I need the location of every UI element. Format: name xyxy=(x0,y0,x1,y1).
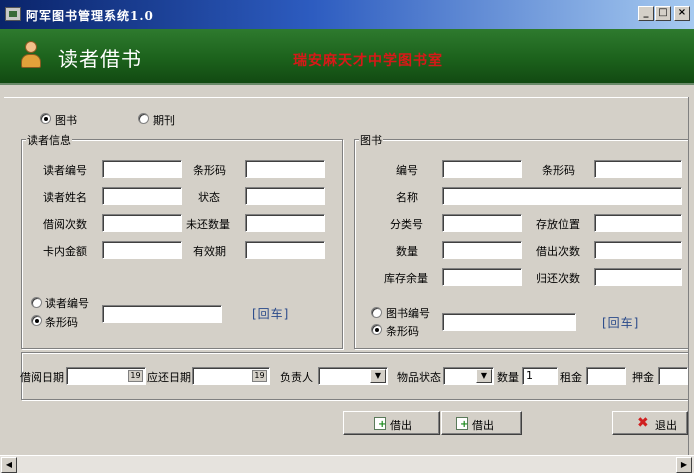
book-by-no-radio[interactable] xyxy=(371,307,382,318)
rent-field[interactable] xyxy=(586,367,626,385)
book-no-label: 编号 xyxy=(396,164,418,177)
location-field[interactable] xyxy=(594,214,682,232)
borrow-count-label: 借阅次数 xyxy=(43,218,87,231)
page-title: 读者借书 xyxy=(58,47,142,71)
borrow-date-picker[interactable]: 19 xyxy=(66,367,146,385)
vertical-scrollbar[interactable] xyxy=(688,97,694,455)
maximize-button[interactable]: □ xyxy=(655,6,671,21)
type-book-radio[interactable] xyxy=(40,113,51,124)
handler-label: 负责人 xyxy=(280,371,313,384)
book-title-label: 名称 xyxy=(396,191,418,204)
title-bar: 阿军图书管理系统1.0 _ □ × xyxy=(0,0,694,29)
reader-status-field[interactable] xyxy=(245,187,325,205)
deposit-field[interactable] xyxy=(658,367,688,385)
reader-by-barcode-label: 条形码 xyxy=(45,316,78,329)
quantity-label: 数量 xyxy=(396,245,418,258)
close-x-icon: ✖ xyxy=(637,415,649,431)
reader-barcode-field[interactable] xyxy=(245,160,325,178)
item-status-label: 物品状态 xyxy=(397,371,441,384)
scroll-right-icon[interactable]: ▶ xyxy=(676,457,692,473)
reader-barcode-label: 条形码 xyxy=(193,164,226,177)
app-icon xyxy=(5,7,21,21)
stock-field[interactable] xyxy=(442,268,522,286)
reader-name-label: 读者姓名 xyxy=(43,191,87,204)
qty-field[interactable]: 1 xyxy=(522,367,558,385)
location-label: 存放位置 xyxy=(536,218,580,231)
due-date-picker[interactable]: 19 xyxy=(192,367,270,385)
exit-button[interactable]: ✖ 退出 xyxy=(612,411,688,435)
balance-field[interactable] xyxy=(102,241,182,259)
unreturned-field[interactable] xyxy=(245,214,325,232)
book-by-no-label: 图书编号 xyxy=(386,307,430,320)
unreturned-label: 未还数量 xyxy=(186,218,230,231)
reader-by-no-label: 读者编号 xyxy=(45,297,89,310)
book-legend: 图书 xyxy=(359,132,383,148)
lent-times-field[interactable] xyxy=(594,241,682,259)
lent-times-label: 借出次数 xyxy=(536,245,580,258)
header-banner: 读者借书 瑞安麻天才中学图书室 xyxy=(0,29,694,85)
valid-until-label: 有效期 xyxy=(193,245,226,258)
type-book-label: 图书 xyxy=(55,114,77,127)
chevron-down-icon[interactable]: ▼ xyxy=(370,369,386,383)
class-no-label: 分类号 xyxy=(390,218,423,231)
borrow-date-label: 借阅日期 xyxy=(20,371,64,384)
valid-until-field[interactable] xyxy=(245,241,325,259)
chevron-down-icon[interactable]: ▼ xyxy=(476,369,492,383)
reader-no-field[interactable] xyxy=(102,160,182,178)
returned-times-label: 归还次数 xyxy=(536,272,580,285)
reader-status-label: 状态 xyxy=(198,191,220,204)
minimize-button[interactable]: _ xyxy=(638,6,654,21)
scroll-left-icon[interactable]: ◀ xyxy=(1,457,17,473)
book-barcode-field[interactable] xyxy=(594,160,682,178)
item-status-select[interactable]: ▼ xyxy=(443,367,494,385)
quantity-field[interactable] xyxy=(442,241,522,259)
book-lookup-input[interactable] xyxy=(442,313,576,331)
calendar-icon[interactable]: 19 xyxy=(252,370,267,382)
due-date-label: 应还日期 xyxy=(147,371,191,384)
qty-label: 数量 xyxy=(497,371,519,384)
type-periodical-radio[interactable] xyxy=(138,113,149,124)
add-doc-icon xyxy=(374,417,386,430)
reader-legend: 读者信息 xyxy=(26,132,72,148)
class-no-field[interactable] xyxy=(442,214,522,232)
book-barcode-label: 条形码 xyxy=(542,164,575,177)
reader-name-field[interactable] xyxy=(102,187,182,205)
book-by-barcode-radio[interactable] xyxy=(371,324,382,335)
returned-times-field[interactable] xyxy=(594,268,682,286)
borrow-count-field[interactable] xyxy=(102,214,182,232)
close-button[interactable]: × xyxy=(674,6,690,21)
type-periodical-label: 期刊 xyxy=(153,114,175,127)
stock-label: 库存余量 xyxy=(384,272,428,285)
book-no-field[interactable] xyxy=(442,160,522,178)
handler-select[interactable]: ▼ xyxy=(318,367,388,385)
user-icon xyxy=(20,41,42,71)
book-title-field[interactable] xyxy=(442,187,682,205)
window-title: 阿军图书管理系统1.0 xyxy=(26,9,154,23)
balance-label: 卡内金额 xyxy=(43,245,87,258)
add-doc-icon xyxy=(456,417,468,430)
horizontal-scrollbar[interactable]: ◀ ▶ xyxy=(0,455,694,473)
reader-by-no-radio[interactable] xyxy=(31,297,42,308)
book-enter-link[interactable]: [回车] xyxy=(602,314,639,331)
school-name: 瑞安麻天才中学图书室 xyxy=(293,53,443,69)
deposit-label: 押金 xyxy=(632,371,654,384)
borrow-button-2[interactable]: 借出 xyxy=(441,411,522,435)
reader-no-label: 读者编号 xyxy=(43,164,87,177)
calendar-icon[interactable]: 19 xyxy=(128,370,143,382)
borrow-button[interactable]: 借出 xyxy=(343,411,440,435)
rent-label: 租金 xyxy=(560,371,582,384)
reader-by-barcode-radio[interactable] xyxy=(31,315,42,326)
book-by-barcode-label: 条形码 xyxy=(386,325,419,338)
reader-enter-link[interactable]: [回车] xyxy=(252,305,289,322)
reader-lookup-input[interactable] xyxy=(102,305,222,323)
